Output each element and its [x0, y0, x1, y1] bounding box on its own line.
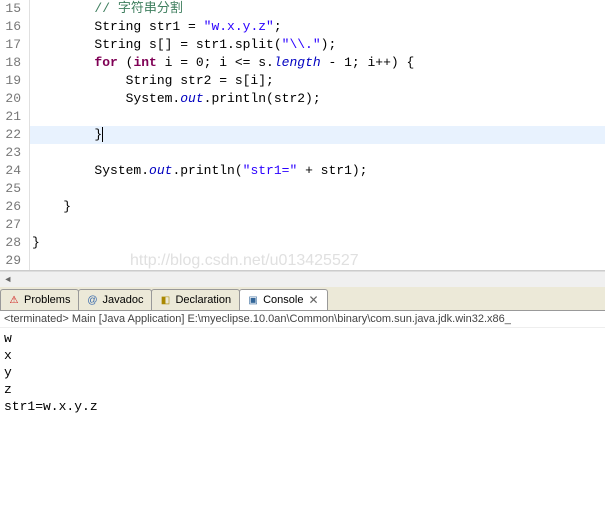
console-output-line — [4, 415, 601, 432]
line-number: 26 — [4, 198, 21, 216]
console-output-line: z — [4, 381, 601, 398]
close-icon[interactable]: ✕ — [308, 293, 318, 307]
line-number: 21 — [4, 108, 21, 126]
code-line[interactable]: String str2 = s[i]; — [30, 72, 605, 90]
line-number: 19 — [4, 72, 21, 90]
console-output-line: x — [4, 347, 601, 364]
line-number: 22 — [4, 126, 21, 144]
code-line[interactable]: System.out.println("str1=" + str1); — [30, 162, 605, 180]
code-line[interactable] — [30, 252, 605, 270]
console-launch-info: <terminated> Main [Java Application] E:\… — [0, 311, 605, 328]
problems-icon: ⚠ — [7, 293, 21, 307]
line-number: 20 — [4, 90, 21, 108]
console-output[interactable]: wxyzstr1=w.x.y.z — [0, 328, 605, 434]
code-line[interactable]: } — [30, 126, 605, 144]
tab-console[interactable]: ▣Console ✕ — [239, 289, 327, 310]
line-number-gutter: 151617181920212223242526272829 — [0, 0, 30, 270]
tab-declaration[interactable]: ◧Declaration — [151, 289, 240, 310]
tab-label: Console — [263, 294, 303, 306]
line-number: 29 — [4, 252, 21, 270]
declaration-icon: ◧ — [158, 293, 172, 307]
line-number: 15 — [4, 0, 21, 18]
scroll-left-arrow[interactable]: ◄ — [0, 272, 16, 288]
tab-label: Declaration — [175, 294, 231, 306]
console-output-line: w — [4, 330, 601, 347]
horizontal-scrollbar[interactable]: ◄ — [0, 271, 605, 287]
line-number: 23 — [4, 144, 21, 162]
code-line[interactable]: } — [30, 198, 605, 216]
code-line[interactable] — [30, 144, 605, 162]
panel-tab-bar: ⚠Problems@Javadoc◧Declaration▣Console✕ — [0, 287, 605, 311]
code-line[interactable]: } — [30, 234, 605, 252]
code-line[interactable]: String s[] = str1.split("\\."); — [30, 36, 605, 54]
console-output-line: str1=w.x.y.z — [4, 398, 601, 415]
code-line[interactable] — [30, 216, 605, 234]
code-line[interactable]: // 字符串分割 — [30, 0, 605, 18]
console-output-line: y — [4, 364, 601, 381]
tab-label: Problems — [24, 294, 70, 306]
line-number: 16 — [4, 18, 21, 36]
line-number: 28 — [4, 234, 21, 252]
tab-problems[interactable]: ⚠Problems — [0, 289, 79, 310]
code-line[interactable] — [30, 180, 605, 198]
line-number: 25 — [4, 180, 21, 198]
tab-javadoc[interactable]: @Javadoc — [78, 289, 152, 310]
code-line[interactable]: System.out.println(str2); — [30, 90, 605, 108]
line-number: 18 — [4, 54, 21, 72]
code-area[interactable]: // 字符串分割 String str1 = "w.x.y.z"; String… — [30, 0, 605, 270]
line-number: 17 — [4, 36, 21, 54]
code-line[interactable]: for (int i = 0; i <= s.length - 1; i++) … — [30, 54, 605, 72]
code-line[interactable] — [30, 108, 605, 126]
line-number: 24 — [4, 162, 21, 180]
console-icon: ▣ — [246, 293, 260, 307]
code-editor[interactable]: 151617181920212223242526272829 // 字符串分割 … — [0, 0, 605, 271]
code-line[interactable]: String str1 = "w.x.y.z"; — [30, 18, 605, 36]
tab-label: Javadoc — [102, 294, 143, 306]
javadoc-icon: @ — [85, 293, 99, 307]
line-number: 27 — [4, 216, 21, 234]
